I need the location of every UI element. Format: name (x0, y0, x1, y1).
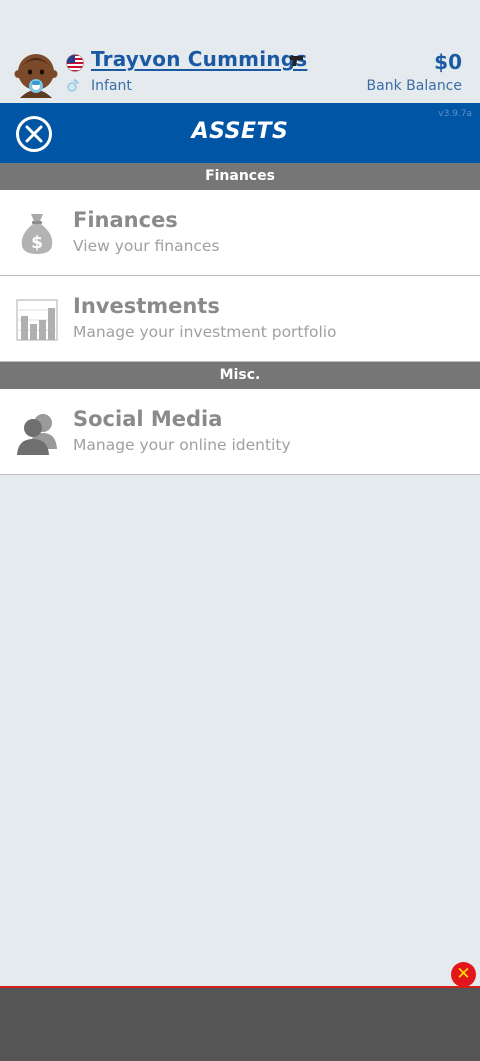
list-item-investments[interactable]: Investments Manage your investment portf… (0, 276, 480, 362)
people-icon (17, 414, 57, 455)
bank-balance-value: $0 (434, 50, 462, 74)
item-subtitle: View your finances (73, 237, 220, 255)
us-flag-icon (66, 54, 84, 72)
page-title: ASSETS (191, 119, 289, 144)
character-header: Trayvon Cummings Infant $0 Bank Balance (0, 0, 480, 103)
svg-text:$: $ (31, 233, 43, 253)
ad-close-button[interactable]: ✕ (451, 962, 476, 987)
bank-balance-label: Bank Balance (366, 78, 462, 94)
baby-avatar-icon[interactable] (14, 52, 58, 98)
item-subtitle: Manage your online identity (73, 436, 291, 454)
item-subtitle: Manage your investment portfolio (73, 323, 337, 341)
item-title: Finances (73, 208, 178, 232)
pistol-icon (290, 56, 303, 66)
close-icon: ✕ (456, 964, 471, 984)
ad-banner[interactable] (0, 986, 480, 1061)
item-title: Investments (73, 294, 220, 318)
assets-titlebar: ASSETS v3.9.7a (0, 103, 480, 163)
character-name[interactable]: Trayvon Cummings (91, 47, 307, 71)
item-title: Social Media (73, 407, 223, 431)
section-header-finances: Finances (0, 163, 480, 190)
pacifier-icon (67, 79, 79, 92)
version-label: v3.9.7a (438, 109, 472, 119)
list-item-social-media[interactable]: Social Media Manage your online identity (0, 389, 480, 475)
list-item-finances[interactable]: $ Finances View your finances (0, 190, 480, 276)
life-stage-label: Infant (91, 78, 132, 94)
money-bag-icon: $ (21, 214, 53, 254)
section-header-misc: Misc. (0, 362, 480, 389)
bar-chart-icon (16, 299, 58, 341)
